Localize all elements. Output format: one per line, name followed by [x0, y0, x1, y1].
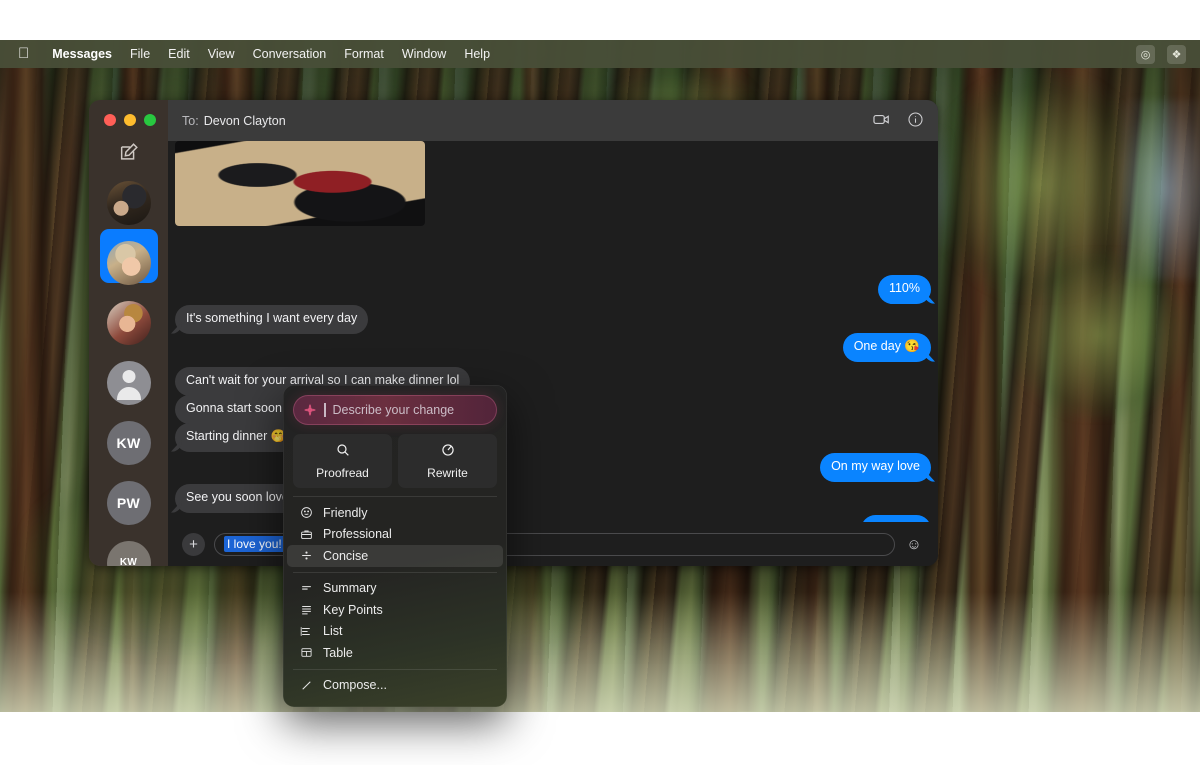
rewrite-label: Rewrite	[427, 466, 468, 480]
tone-options-group: Friendly Professional Concise	[283, 497, 507, 572]
avatar-initials-small: KW	[106, 540, 151, 566]
screen-root:  Messages File Edit View Conversation F…	[0, 0, 1200, 765]
rewrite-button[interactable]: Rewrite	[398, 434, 497, 488]
menu-item-label: Friendly	[323, 505, 368, 520]
menu-item-label: Key Points	[323, 602, 383, 617]
menu-item-help[interactable]: Help	[455, 47, 499, 61]
messages-window: KW PW KW To: Devon Clayton It's somethin…	[89, 100, 938, 566]
info-circle-icon[interactable]	[907, 111, 924, 131]
sidebar-item-conversation-1[interactable]	[100, 169, 158, 225]
selected-message-text[interactable]: I love you!	[224, 536, 285, 552]
menu-item-list[interactable]: List	[287, 621, 503, 643]
writing-tools-popup: Describe your change Proofread Rewrite F…	[283, 385, 507, 707]
menu-item-conversation[interactable]: Conversation	[244, 47, 336, 61]
input-placeholder: Describe your change	[332, 403, 455, 417]
menu-item-label: Concise	[323, 548, 369, 563]
proofread-label: Proofread	[316, 466, 369, 480]
close-window-button[interactable]	[104, 114, 116, 126]
creative-cloud-icon[interactable]: ◎	[1136, 44, 1155, 64]
menu-item-label: Summary	[323, 581, 377, 596]
avatar	[106, 240, 151, 285]
sidebar-item-conversation-4[interactable]	[100, 349, 158, 405]
avatar-generic-person	[106, 360, 151, 405]
menu-item-professional[interactable]: Professional	[287, 524, 503, 546]
menu-item-table[interactable]: Table	[287, 642, 503, 664]
menu-item-compose[interactable]: Compose...	[287, 675, 503, 697]
sidebar-item-conversation-7[interactable]: KW	[100, 529, 158, 566]
avatar-initials-label: KW	[119, 557, 138, 566]
maximize-window-button[interactable]	[144, 114, 156, 126]
message-bubble-received[interactable]: Gonna start soon	[175, 395, 293, 424]
menu-bar-tray: ◎ ❖	[1136, 44, 1190, 64]
magnifying-glass-icon	[335, 442, 351, 461]
text-caret	[324, 403, 326, 417]
minimize-window-button[interactable]	[124, 114, 136, 126]
message-bubble-sent[interactable]: One day 😘	[842, 333, 931, 362]
compose-group: Compose...	[283, 670, 507, 702]
describe-your-change-input[interactable]: Describe your change	[293, 395, 497, 425]
window-traffic-lights	[104, 114, 156, 126]
message-bubble-received[interactable]: See you soon love	[175, 484, 300, 513]
message-bubble-sent[interactable]: 110%	[877, 275, 931, 304]
briefcase-icon	[299, 528, 313, 541]
menu-item-label: Compose...	[323, 678, 387, 693]
format-options-group: Summary Key Points List Table	[283, 573, 507, 669]
menu-item-messages[interactable]: Messages	[43, 47, 121, 61]
table-grid-icon	[299, 646, 313, 659]
menu-item-friendly[interactable]: Friendly	[287, 502, 503, 524]
avatar-initials: KW	[106, 420, 151, 465]
menu-item-format[interactable]: Format	[335, 47, 393, 61]
writing-tools-primary-actions: Proofread Rewrite	[283, 434, 507, 496]
avatar	[106, 180, 151, 225]
app-tray-icon[interactable]: ❖	[1167, 44, 1186, 64]
conversations-sidebar: KW PW KW	[89, 100, 168, 566]
sidebar-item-conversation-3[interactable]	[100, 289, 158, 345]
menu-item-edit[interactable]: Edit	[159, 47, 199, 61]
menu-item-label: Table	[323, 645, 353, 660]
rewrite-circle-arrow-icon	[440, 442, 456, 461]
sidebar-item-conversation-2[interactable]	[99, 229, 158, 285]
message-bubble-received[interactable]: Starting dinner 🤭	[175, 423, 298, 452]
proofread-button[interactable]: Proofread	[293, 434, 392, 488]
division-sign-icon	[299, 549, 313, 562]
message-bubble-received[interactable]: It's something I want every day	[175, 305, 369, 334]
menu-item-file[interactable]: File	[121, 47, 159, 61]
avatar	[106, 300, 151, 345]
message-bubble-sent[interactable]: On my way love	[820, 453, 931, 482]
key-points-list-icon	[299, 603, 313, 616]
bullet-list-icon	[299, 625, 313, 638]
to-label: To:	[182, 113, 199, 128]
avatar-initials: PW	[106, 480, 151, 525]
apple-logo-icon[interactable]: 	[18, 46, 29, 61]
recipient-name[interactable]: Devon Clayton	[204, 114, 286, 128]
sidebar-item-conversation-6[interactable]: PW	[100, 469, 158, 525]
menu-item-key-points[interactable]: Key Points	[287, 599, 503, 621]
smiley-face-icon[interactable]: ☺	[904, 534, 924, 554]
video-camera-icon[interactable]	[872, 110, 891, 132]
sidebar-item-conversation-5[interactable]: KW	[100, 409, 158, 465]
menu-item-label: Professional	[323, 527, 392, 542]
menu-item-label: List	[323, 624, 343, 639]
titlebar-actions	[872, 110, 924, 132]
menu-item-concise[interactable]: Concise	[287, 545, 503, 567]
message-bubble-sent[interactable]: Heeeere	[861, 515, 931, 522]
pencil-icon	[299, 679, 313, 692]
add-attachment-button[interactable]: +	[182, 532, 205, 556]
menu-item-window[interactable]: Window	[393, 47, 455, 61]
message-attachment-image[interactable]	[175, 141, 425, 226]
macos-menu-bar:  Messages File Edit View Conversation F…	[0, 40, 1200, 68]
summary-lines-icon	[299, 582, 313, 595]
conversation-titlebar: To: Devon Clayton	[168, 100, 938, 141]
compose-new-message-icon[interactable]	[118, 141, 140, 163]
menu-item-view[interactable]: View	[199, 47, 244, 61]
menu-item-summary[interactable]: Summary	[287, 578, 503, 600]
apple-intelligence-sparkle-icon	[304, 404, 316, 416]
smiley-face-icon	[299, 506, 313, 519]
